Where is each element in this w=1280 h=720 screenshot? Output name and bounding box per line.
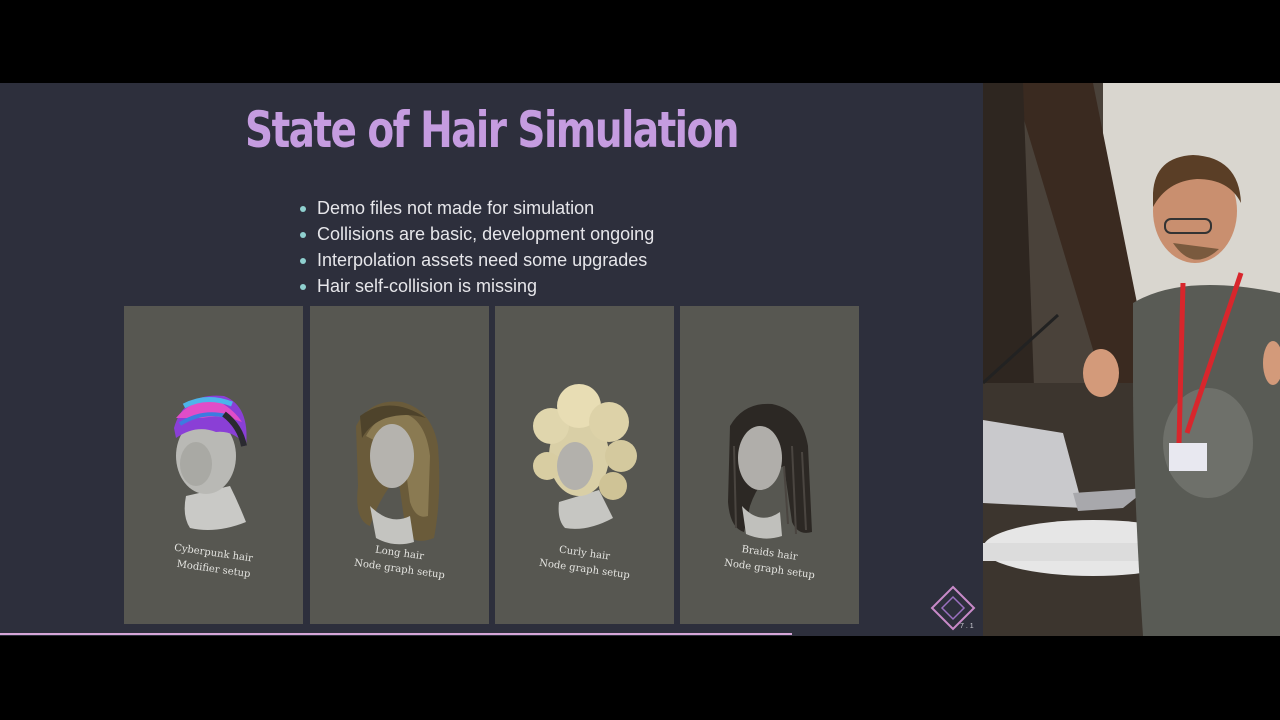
presentation-slide: State of Hair Simulation Demo files not … (0, 83, 983, 636)
speaker-camera-feed (983, 83, 1280, 636)
bullet-item: Hair self-collision is missing (300, 273, 654, 299)
letterbox-bottom (0, 636, 1280, 720)
bullet-item: Demo files not made for simulation (300, 195, 654, 221)
slide-title: State of Hair Simulation (245, 101, 739, 159)
bullet-item: Interpolation assets need some upgrades (300, 247, 654, 273)
letterbox-top (0, 0, 1280, 83)
bullet-list: Demo files not made for simulation Colli… (300, 195, 654, 299)
hair-render-cyberpunk: Cyberpunk hair Modifier setup (124, 306, 303, 624)
bullet-item: Collisions are basic, development ongoin… (300, 221, 654, 247)
hair-render-curly: Curly hair Node graph setup (495, 306, 674, 624)
hair-render-long: Long hair Node graph setup (310, 306, 489, 624)
page-number: 7 . 1 (960, 623, 974, 630)
slide-progress-bar (0, 633, 792, 635)
speaker-photo (983, 83, 1280, 636)
hair-render-braids: Braids hair Node graph setup (680, 306, 859, 624)
